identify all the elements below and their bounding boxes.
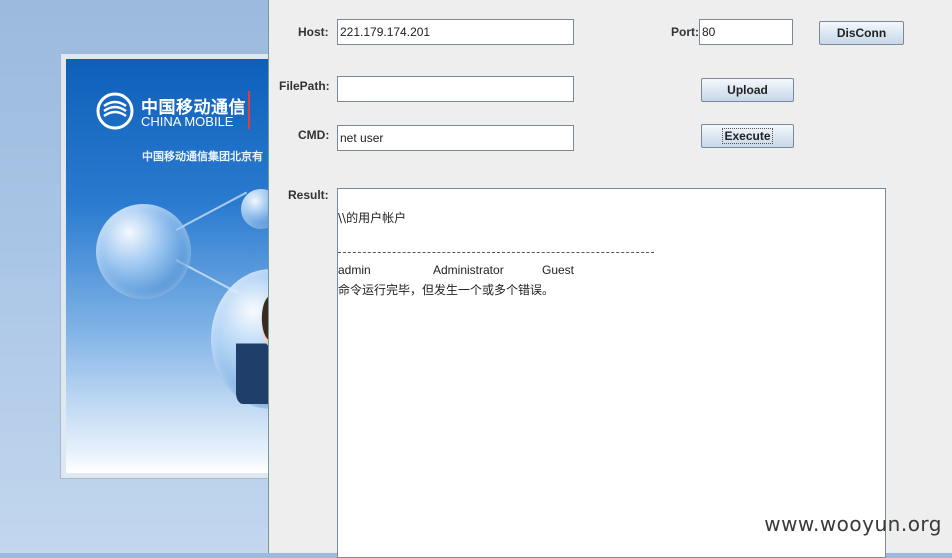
china-mobile-logo-icon [96, 92, 134, 130]
banner-subtitle: 中国移动通信集团北京有 [142, 150, 263, 163]
result-line-footer: 命令运行完毕，但发生一个或多个错误。 [338, 283, 555, 297]
result-textarea[interactable]: \\的用户帐户 admin Administrator Guest 命令运行完毕… [337, 188, 886, 558]
upload-button-label: Upload [727, 83, 768, 97]
logo-english-text: CHINA MOBILE [141, 114, 234, 129]
account-entry: Guest [542, 263, 575, 277]
port-label: Port: [671, 25, 699, 39]
upload-button[interactable]: Upload [701, 78, 794, 102]
cmd-input[interactable]: net user [337, 125, 574, 151]
clock-bubble-icon [96, 204, 191, 299]
filepath-label: FilePath: [279, 79, 330, 93]
host-input[interactable]: 221.179.174.201 [337, 19, 574, 45]
result-label: Result: [288, 188, 329, 202]
execute-button[interactable]: Execute [701, 124, 794, 148]
execute-button-label: Execute [722, 128, 773, 144]
result-line-header: \\的用户帐户 [338, 211, 407, 225]
result-separator [338, 252, 654, 253]
account-entry: Administrator [433, 263, 504, 277]
account-entry: admin [338, 263, 371, 277]
logo-divider [248, 91, 250, 129]
connector-line [175, 191, 248, 231]
disconn-button[interactable]: DisConn [819, 21, 904, 45]
filepath-input[interactable] [337, 76, 574, 102]
host-label: Host: [298, 25, 329, 39]
disconn-button-label: DisConn [836, 26, 887, 40]
port-input[interactable]: 80 [699, 19, 793, 45]
watermark-text: www.wooyun.org [764, 512, 942, 536]
cmd-label: CMD: [298, 128, 330, 142]
